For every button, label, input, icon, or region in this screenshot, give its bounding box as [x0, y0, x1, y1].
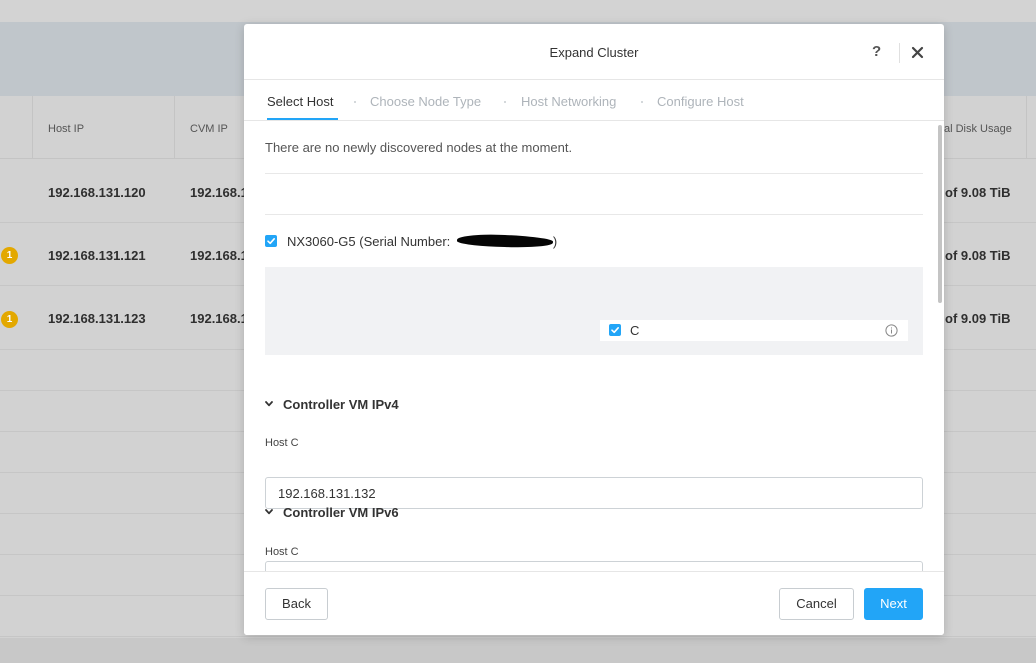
checkmark-icon — [267, 238, 275, 245]
row-disk-usage: of 9.09 TiB — [945, 311, 1011, 326]
cancel-button[interactable]: Cancel — [779, 588, 854, 620]
ipv6-section-title: Controller VM IPv6 — [283, 505, 399, 520]
row-cvm-ip: 192.168.1 — [190, 248, 248, 263]
step-separator — [504, 101, 506, 103]
ipv6-host-label: Host C — [265, 546, 299, 558]
step-separator — [354, 101, 356, 103]
help-button[interactable]: ? — [872, 43, 881, 60]
close-button[interactable] — [908, 41, 928, 63]
info-icon[interactable] — [885, 324, 898, 337]
row-disk-usage: of 9.08 TiB — [945, 185, 1011, 200]
host-selection-panel: C — [265, 267, 923, 355]
row-host-ip: 192.168.131.121 — [48, 248, 146, 263]
column-host-ip: Host IP — [48, 123, 85, 135]
step-separator — [641, 101, 643, 103]
row-host-ip: 192.168.131.120 — [48, 185, 146, 200]
column-disk-usage: al Disk Usage — [944, 123, 1012, 135]
node-label: NX3060-G5 (Serial Number: ) — [287, 233, 558, 249]
column-cvm-ip: CVM IP — [190, 123, 228, 135]
dialog-scrollbar[interactable] — [938, 125, 942, 303]
alert-count-badge: 1 — [1, 247, 18, 264]
chevron-down-icon — [265, 509, 273, 515]
ipv4-host-label: Host C — [265, 437, 299, 449]
background-top-bar — [0, 0, 1036, 22]
dialog-title: Expand Cluster — [549, 45, 639, 60]
redacted-serial-number — [456, 233, 554, 249]
dialog-header: Expand Cluster ? — [244, 24, 944, 80]
checkmark-icon — [611, 327, 619, 334]
step-configure-host[interactable]: Configure Host — [657, 94, 744, 109]
host-card[interactable]: C — [600, 320, 908, 341]
active-step-indicator — [267, 118, 338, 120]
row-host-ip: 192.168.131.123 — [48, 311, 146, 326]
node-label-suffix: ) — [552, 234, 558, 249]
chevron-down-icon — [265, 401, 273, 407]
back-button[interactable]: Back — [265, 588, 328, 620]
row-cvm-ip: 192.168.1 — [190, 311, 248, 326]
next-button[interactable]: Next — [864, 588, 923, 620]
node-model-serial: NX3060-G5 (Serial Number: — [287, 234, 454, 249]
alert-count-badge: 1 — [1, 311, 18, 328]
column-separator — [1026, 96, 1027, 159]
row-disk-usage: of 9.08 TiB — [945, 248, 1011, 263]
divider — [265, 173, 923, 174]
header-divider — [899, 43, 900, 63]
host-label: C — [630, 323, 640, 338]
close-icon — [911, 46, 924, 59]
node-checkbox[interactable] — [265, 235, 277, 247]
dialog-footer: Back Cancel Next — [244, 571, 944, 635]
wizard-steps: Select Host Choose Node Type Host Networ… — [244, 80, 944, 121]
column-separator — [174, 96, 175, 159]
host-checkbox[interactable] — [609, 324, 621, 336]
ipv6-section-toggle[interactable]: Controller VM IPv6 — [265, 505, 465, 521]
background-footer — [0, 638, 1036, 663]
divider — [265, 214, 923, 215]
no-nodes-message: There are no newly discovered nodes at t… — [265, 140, 573, 155]
row-cvm-ip: 192.168.1 — [190, 185, 248, 200]
expand-cluster-dialog: Expand Cluster ? Select Host Choose Node… — [244, 24, 944, 635]
step-select-host[interactable]: Select Host — [267, 94, 333, 109]
column-separator — [32, 96, 33, 159]
ipv6-host-input[interactable] — [265, 561, 923, 571]
dialog-body[interactable]: There are no newly discovered nodes at t… — [244, 121, 944, 571]
ipv4-section-title: Controller VM IPv4 — [283, 397, 399, 412]
step-choose-node-type[interactable]: Choose Node Type — [370, 94, 481, 109]
ipv4-section-toggle[interactable]: Controller VM IPv4 — [265, 397, 465, 413]
step-host-networking[interactable]: Host Networking — [521, 94, 616, 109]
